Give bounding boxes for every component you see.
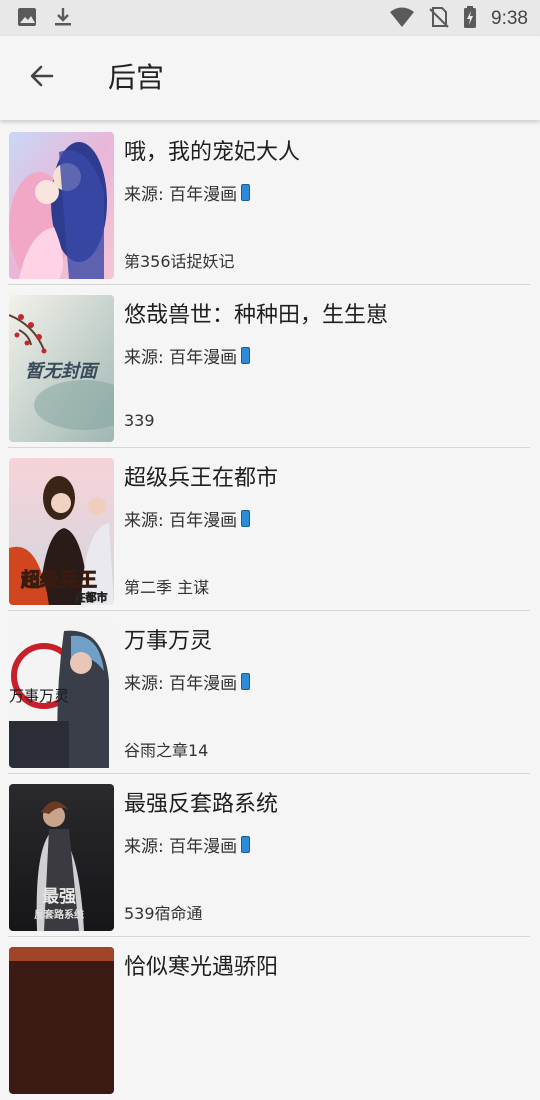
comic-cover: 暂无封面: [9, 295, 114, 442]
cover-text: 暂无封面: [25, 361, 100, 382]
phone-icon: [241, 673, 251, 690]
comic-cover: 万事万灵: [9, 621, 114, 768]
cover-text: 最强: [42, 887, 76, 907]
list-item[interactable]: 超级兵王 在都市 超级兵王在都市 来源: 百年漫画 第二季 主谋: [0, 448, 540, 611]
comic-title: 超级兵王在都市: [124, 466, 279, 491]
download-icon: [52, 6, 74, 32]
phone-icon: [241, 510, 251, 527]
comic-cover: 最强 反套路系统: [9, 784, 114, 931]
app-bar: 后宫: [0, 36, 540, 120]
list-item[interactable]: 万事万灵 万事万灵 来源: 百年漫画 谷雨之章14: [0, 611, 540, 774]
phone-icon: [241, 347, 251, 364]
comic-title: 哦，我的宠妃大人: [124, 140, 301, 165]
arrow-left-icon: [28, 62, 56, 94]
phone-icon: [241, 836, 251, 853]
comic-source: 来源: 百年漫画: [124, 343, 251, 368]
latest-chapter: 539宿命通: [124, 904, 203, 923]
latest-chapter: 339: [124, 411, 155, 430]
source-label: 来源: 百年漫画: [124, 674, 238, 694]
phone-icon: [241, 184, 251, 201]
image-icon: [16, 6, 38, 32]
comic-title: 悠哉兽世：种种田，生生崽: [124, 303, 389, 328]
comic-title: 最强反套路系统: [124, 792, 279, 817]
latest-chapter: 第356话捉妖记: [124, 252, 235, 271]
comic-source: 来源: 百年漫画: [124, 832, 251, 857]
source-label: 来源: 百年漫画: [124, 837, 238, 857]
latest-chapter: 第二季 主谋: [124, 578, 210, 597]
source-label: 来源: 百年漫画: [124, 185, 238, 205]
list-item[interactable]: 哦，我的宠妃大人 来源: 百年漫画 第356话捉妖记: [0, 122, 540, 285]
comic-source: 来源: 百年漫画: [124, 506, 251, 531]
cover-subtext: 在都市: [75, 590, 108, 604]
comic-cover: [9, 947, 114, 1094]
cover-text: 万事万灵: [9, 687, 69, 705]
back-button[interactable]: [22, 58, 62, 98]
battery-charging-icon: [463, 6, 477, 32]
comic-cover: 超级兵王 在都市: [9, 458, 114, 605]
list-item[interactable]: 恰似寒光遇骄阳: [0, 937, 540, 1100]
status-bar: 9:38: [0, 0, 540, 36]
list-item[interactable]: 最强 反套路系统 最强反套路系统 来源: 百年漫画 539宿命通: [0, 774, 540, 937]
comic-title: 恰似寒光遇骄阳: [124, 955, 279, 980]
latest-chapter: 谷雨之章14: [124, 741, 209, 760]
comic-cover: [9, 132, 114, 279]
page-title: 后宫: [108, 61, 165, 94]
comic-list: 哦，我的宠妃大人 来源: 百年漫画 第356话捉妖记 暂无封面 悠哉兽世：种种田…: [0, 122, 540, 1100]
cover-subtext: 反套路系统: [34, 908, 84, 921]
source-label: 来源: 百年漫画: [124, 348, 238, 368]
wifi-icon: [389, 6, 415, 32]
list-item[interactable]: 暂无封面 悠哉兽世：种种田，生生崽 来源: 百年漫画 339: [0, 285, 540, 448]
no-sim-icon: [429, 6, 449, 32]
comic-title: 万事万灵: [124, 629, 213, 654]
cover-text: 超级兵王: [20, 568, 97, 591]
clock: 9:38: [491, 8, 528, 29]
comic-source: 来源: 百年漫画: [124, 669, 251, 694]
source-label: 来源: 百年漫画: [124, 511, 238, 531]
comic-source: 来源: 百年漫画: [124, 180, 251, 205]
